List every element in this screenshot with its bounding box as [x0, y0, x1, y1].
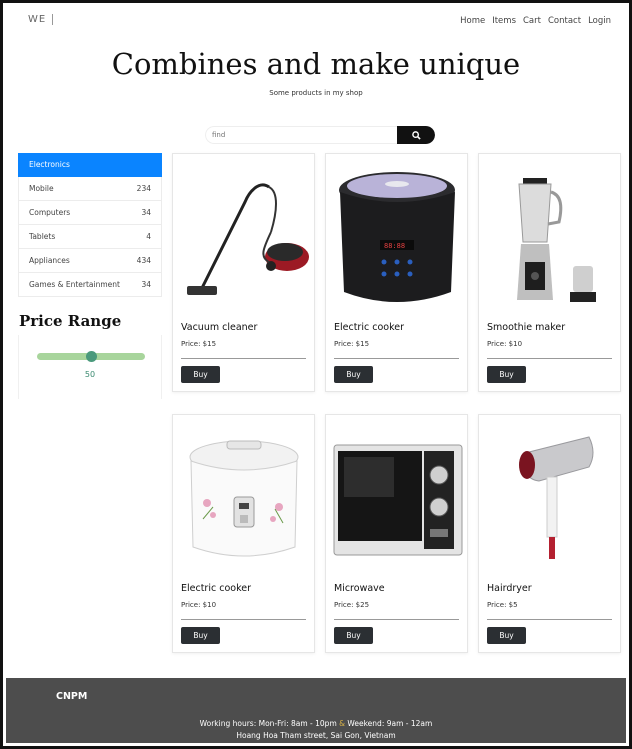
- nav-login[interactable]: Login: [588, 16, 611, 26]
- product-card: Microwave Price: $25 Buy: [325, 414, 468, 653]
- rice-cooker-white-image: [189, 440, 299, 557]
- category-label: Tablets: [29, 232, 56, 241]
- divider: [334, 358, 459, 359]
- page-subtitle: Some products in my shop: [269, 89, 363, 97]
- product-price: Price: $25: [334, 601, 370, 609]
- category-count: 34: [141, 208, 151, 217]
- category-appliances[interactable]: Appliances 434: [18, 249, 162, 273]
- category-count: 434: [136, 256, 151, 265]
- page-title: Combines and make unique: [111, 47, 521, 81]
- smoothie-maker-image: [517, 178, 596, 302]
- category-label: Games & Entertainment: [29, 280, 120, 289]
- category-tablets[interactable]: Tablets 4: [18, 225, 162, 249]
- nav-cart[interactable]: Cart: [523, 16, 541, 26]
- product-card: Hairdryer Price: $5 Buy: [478, 414, 621, 653]
- logo[interactable]: WE: [28, 14, 54, 25]
- slider-thumb[interactable]: [85, 351, 97, 362]
- search-input[interactable]: [205, 126, 397, 144]
- category-games[interactable]: Games & Entertainment 34: [18, 273, 162, 297]
- divider: [334, 619, 459, 620]
- product-name: Smoothie maker: [487, 322, 566, 333]
- product-name: Electric cooker: [334, 322, 404, 333]
- search-icon: [411, 130, 421, 140]
- divider: [487, 619, 612, 620]
- product-name: Hairdryer: [487, 583, 532, 594]
- nav-items[interactable]: Items: [492, 16, 516, 26]
- vacuum-cleaner-image: [187, 183, 309, 295]
- category-count: 4: [146, 232, 151, 241]
- nav-home[interactable]: Home: [460, 16, 485, 26]
- category-mobile[interactable]: Mobile 234: [18, 177, 162, 201]
- footer-hours: Working hours: Mon-Fri: 8am - 10pm & Wee…: [6, 719, 626, 728]
- product-card: Smoothie maker Price: $10 Buy: [478, 153, 621, 392]
- product-name: Microwave: [334, 583, 385, 594]
- price-range-panel: 50: [18, 335, 162, 399]
- footer: CNPM Working hours: Mon-Fri: 8am - 10pm …: [6, 678, 626, 743]
- top-nav: Home Items Cart Contact Login: [460, 16, 611, 26]
- rice-cooker-image: 88:88: [339, 172, 455, 302]
- hours-weekend: Weekend: 9am - 12am: [347, 719, 433, 728]
- category-list: Electronics Mobile 234 Computers 34 Tabl…: [18, 153, 162, 297]
- hours-weekday: Working hours: Mon-Fri: 8am - 10pm: [199, 719, 337, 728]
- product-name: Electric cooker: [181, 583, 251, 594]
- product-card: Electric cooker Price: $10 Buy: [172, 414, 315, 653]
- category-count: 234: [136, 184, 151, 193]
- microwave-image: [333, 444, 463, 556]
- buy-button[interactable]: Buy: [181, 627, 220, 644]
- divider: [181, 619, 306, 620]
- product-name: Vacuum cleaner: [181, 322, 258, 333]
- product-price: Price: $5: [487, 601, 518, 609]
- category-computers[interactable]: Computers 34: [18, 201, 162, 225]
- product-price: Price: $15: [181, 340, 217, 348]
- slider-value: 50: [84, 370, 96, 379]
- category-label: Mobile: [29, 184, 54, 193]
- divider: [181, 358, 306, 359]
- buy-button[interactable]: Buy: [487, 627, 526, 644]
- divider: [487, 358, 612, 359]
- nav-contact[interactable]: Contact: [548, 16, 581, 26]
- footer-brand: CNPM: [56, 691, 88, 702]
- category-electronics[interactable]: Electronics: [18, 153, 162, 177]
- product-price: Price: $10: [181, 601, 217, 609]
- buy-button[interactable]: Buy: [487, 366, 526, 383]
- product-card: 88:88 Electric cooker Price: $15 Buy: [325, 153, 468, 392]
- search-button[interactable]: [397, 126, 435, 144]
- buy-button[interactable]: Buy: [181, 366, 220, 383]
- product-price: Price: $10: [487, 340, 523, 348]
- svg-text:88:88: 88:88: [384, 242, 405, 250]
- hairdryer-image: [519, 436, 594, 559]
- product-price: Price: $15: [334, 340, 370, 348]
- category-label: Appliances: [29, 256, 70, 265]
- product-card: Vacuum cleaner Price: $15 Buy: [172, 153, 315, 392]
- footer-address: Hoang Hoa Tham street, Sai Gon, Vietnam: [236, 731, 396, 740]
- page: WE Home Items Cart Contact Login Combine…: [0, 0, 632, 749]
- price-slider[interactable]: [37, 351, 145, 362]
- category-count: 34: [141, 280, 151, 289]
- hours-separator: &: [339, 719, 346, 728]
- buy-button[interactable]: Buy: [334, 366, 373, 383]
- category-label: Computers: [29, 208, 71, 217]
- price-range-title: Price Range: [19, 312, 122, 330]
- buy-button[interactable]: Buy: [334, 627, 373, 644]
- search-bar: [205, 126, 435, 144]
- category-label: Electronics: [29, 160, 70, 169]
